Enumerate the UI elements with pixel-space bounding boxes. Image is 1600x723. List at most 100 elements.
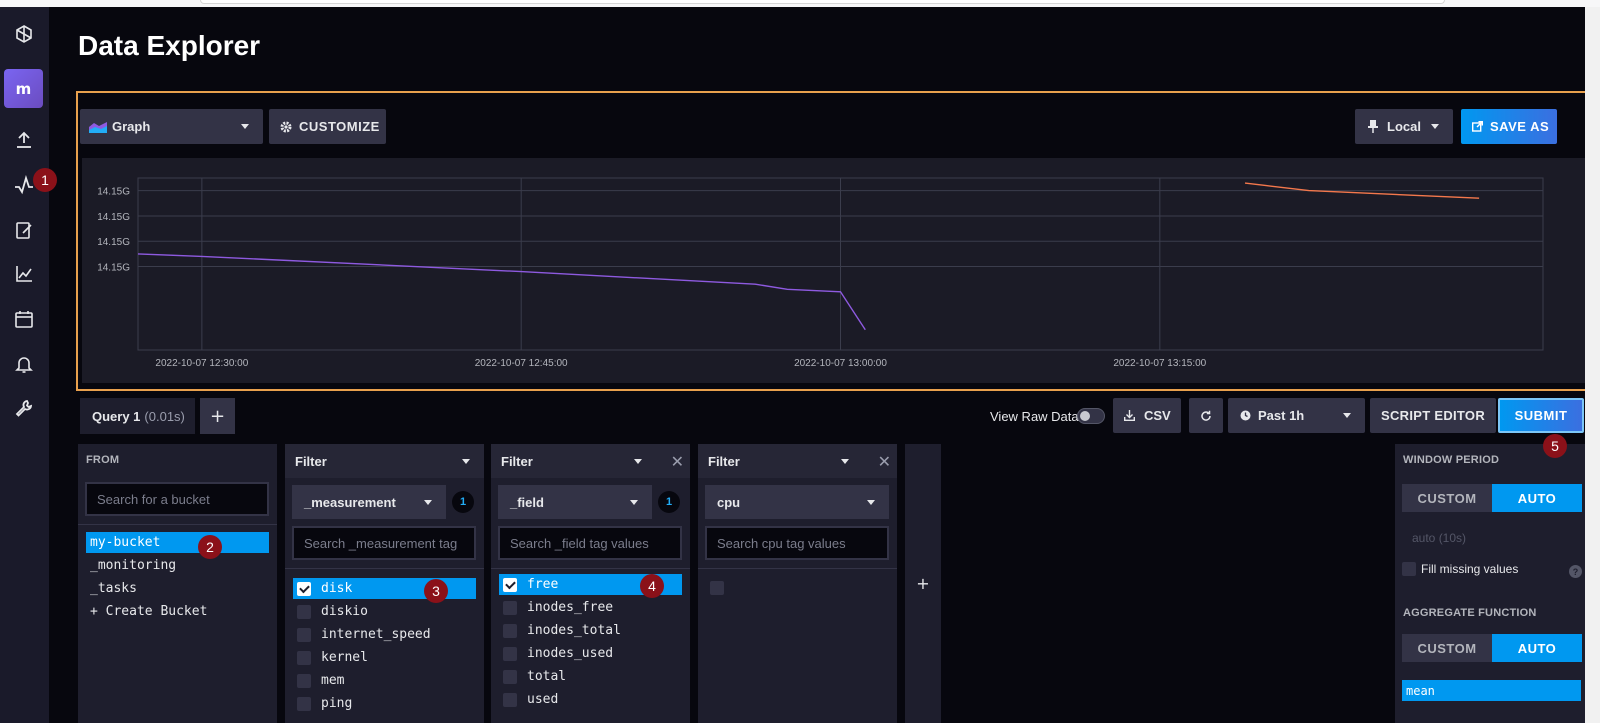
checkbox[interactable] [503,646,517,661]
field-item-inodes-free[interactable]: inodes_free [499,597,613,618]
field-item-used[interactable]: used [499,689,558,710]
aggregate-auto-button[interactable]: AUTO [1492,634,1582,662]
browser-address-bar-edge [200,0,1445,4]
browser-top-strip [0,0,1600,7]
clock-icon [1240,410,1251,421]
submit-button[interactable]: SUBMIT [1498,398,1584,433]
measurement-item-ping[interactable]: ping [293,693,352,714]
item-label: kernel [321,650,368,665]
item-label: ping [321,696,353,711]
script-editor-button[interactable]: SCRIPT EDITOR [1370,398,1496,433]
checkbox[interactable] [297,673,311,688]
timezone-dropdown[interactable]: Local [1355,109,1453,144]
measurement-item-diskio[interactable]: diskio [293,601,368,622]
window-custom-button[interactable]: CUSTOM [1402,484,1492,512]
bucket-search-input[interactable]: Search for a bucket [85,482,269,516]
cpu-key-dropdown[interactable]: cpu [705,485,889,519]
item-label: inodes_used [527,646,614,661]
field-key-dropdown[interactable]: _field [498,485,652,519]
cpu-item[interactable] [706,577,734,598]
checkbox[interactable] [297,627,311,642]
checkbox[interactable] [503,600,517,615]
measurement-search-input[interactable]: Search _measurement tag [292,526,476,560]
measurement-item-kernel[interactable]: kernel [293,647,368,668]
item-label: internet_speed [321,627,431,642]
marker-2: 2 [198,535,222,559]
aggregate-panel: WINDOW PERIOD CUSTOM AUTO auto (10s) Fil… [1395,444,1585,723]
page-scrollbar[interactable] [1585,7,1600,723]
bucket-item-tasks[interactable]: _tasks [86,578,137,599]
pin-icon [1368,120,1378,133]
close-icon[interactable]: ✕ [671,452,684,471]
data-explorer-icon[interactable] [13,174,35,196]
view-raw-data-toggle[interactable] [1077,408,1105,424]
key-label: cpu [717,494,741,510]
create-bucket-button[interactable]: + Create Bucket [86,601,207,622]
bucket-item-my-bucket[interactable]: my-bucket [86,532,269,553]
checkbox[interactable] [503,623,517,638]
checkbox[interactable] [503,669,517,684]
item-label: inodes_free [527,600,614,615]
chevron-down-icon [867,500,875,505]
divider [285,568,484,569]
window-auto-value: auto (10s) [1412,531,1467,545]
script-editor-label: SCRIPT EDITOR [1380,408,1486,423]
measurement-item-internet-speed[interactable]: internet_speed [293,624,431,645]
alerts-icon[interactable] [13,353,35,375]
logo-icon[interactable] [13,23,35,45]
query-tab[interactable]: Query 1 (0.01s) [80,398,195,434]
field-item-inodes-used[interactable]: inodes_used [499,643,613,664]
time-range-label: Past 1h [1258,408,1305,423]
filter-function-dropdown[interactable]: Filter [285,444,484,478]
close-icon[interactable]: ✕ [878,452,891,471]
add-filter-button[interactable]: + [905,444,941,723]
filter-title: Filter [708,453,740,469]
measurement-item-disk[interactable]: disk [293,578,476,599]
submit-label: SUBMIT [1514,408,1568,423]
checkbox[interactable] [503,577,517,592]
settings-icon[interactable] [13,397,35,419]
checkbox[interactable] [297,696,311,711]
checkbox[interactable] [710,580,724,595]
window-auto-button[interactable]: AUTO [1492,484,1582,512]
fill-missing-option[interactable]: Fill missing values [1402,562,1518,576]
help-icon[interactable]: ? [1569,565,1582,578]
function-item-mean[interactable]: mean [1402,680,1581,701]
checkbox[interactable] [297,650,311,665]
save-as-button[interactable]: SAVE AS [1461,109,1557,144]
item-label: inodes_total [527,623,621,638]
series-line-1 [137,253,866,331]
divider [78,524,277,525]
dashboard-icon[interactable] [13,263,35,285]
vis-type-label: Graph [112,119,151,134]
csv-button[interactable]: CSV [1113,398,1181,433]
field-item-total[interactable]: total [499,666,566,687]
filter-function-dropdown[interactable]: Filter ✕ [491,444,690,478]
refresh-button[interactable] [1189,398,1223,433]
measurement-item-mem[interactable]: mem [293,670,344,691]
key-label: _measurement [304,494,396,510]
notebook-icon[interactable] [13,219,35,241]
time-range-dropdown[interactable]: Past 1h [1228,398,1365,433]
customize-label: CUSTOMIZE [299,119,380,134]
selected-count-badge: 1 [658,491,680,513]
org-avatar[interactable]: m [4,69,43,108]
vis-type-dropdown[interactable]: Graph [80,109,263,144]
measurement-key-dropdown[interactable]: _measurement [292,485,446,519]
checkbox[interactable] [1402,562,1416,576]
add-query-button[interactable]: + [200,398,235,434]
item-label: diskio [321,604,368,619]
field-search-input[interactable]: Search _field tag values [498,526,682,560]
filter-function-dropdown[interactable]: Filter ✕ [698,444,897,478]
bucket-item-monitoring[interactable]: _monitoring [86,555,176,576]
upload-icon[interactable] [13,129,35,151]
tasks-icon[interactable] [13,308,35,330]
checkbox[interactable] [297,581,311,596]
cpu-search-input[interactable]: Search cpu tag values [705,526,889,560]
checkbox[interactable] [297,604,311,619]
checkbox[interactable] [503,692,517,707]
aggregate-custom-button[interactable]: CUSTOM [1402,634,1492,662]
line-chart: 14.15G 14.15G 14.15G 14.15G 2022-10-07 12:30… [97,177,1544,369]
field-item-inodes-total[interactable]: inodes_total [499,620,621,641]
customize-button[interactable]: CUSTOMIZE [269,109,386,144]
